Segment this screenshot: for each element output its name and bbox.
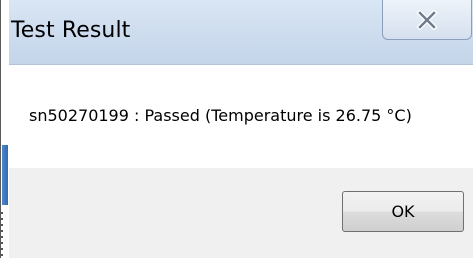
close-icon [416, 8, 438, 31]
dialog-titlebar[interactable]: Test Result [9, 0, 473, 65]
background-window-grip [1, 212, 3, 256]
dialog-content: sn50270199 : Passed (Temperature is 26.7… [9, 65, 473, 168]
test-result-dialog: Test Result sn50270199 : Passed (Tempera… [9, 0, 473, 258]
result-message: sn50270199 : Passed (Temperature is 26.7… [29, 106, 412, 125]
screenshot-stage: Test Result sn50270199 : Passed (Tempera… [0, 0, 473, 258]
background-window-accent [2, 145, 8, 205]
dialog-title: Test Result [11, 18, 131, 43]
close-button[interactable] [382, 0, 472, 40]
dialog-footer: OK [9, 168, 473, 258]
ok-button[interactable]: OK [342, 191, 464, 232]
